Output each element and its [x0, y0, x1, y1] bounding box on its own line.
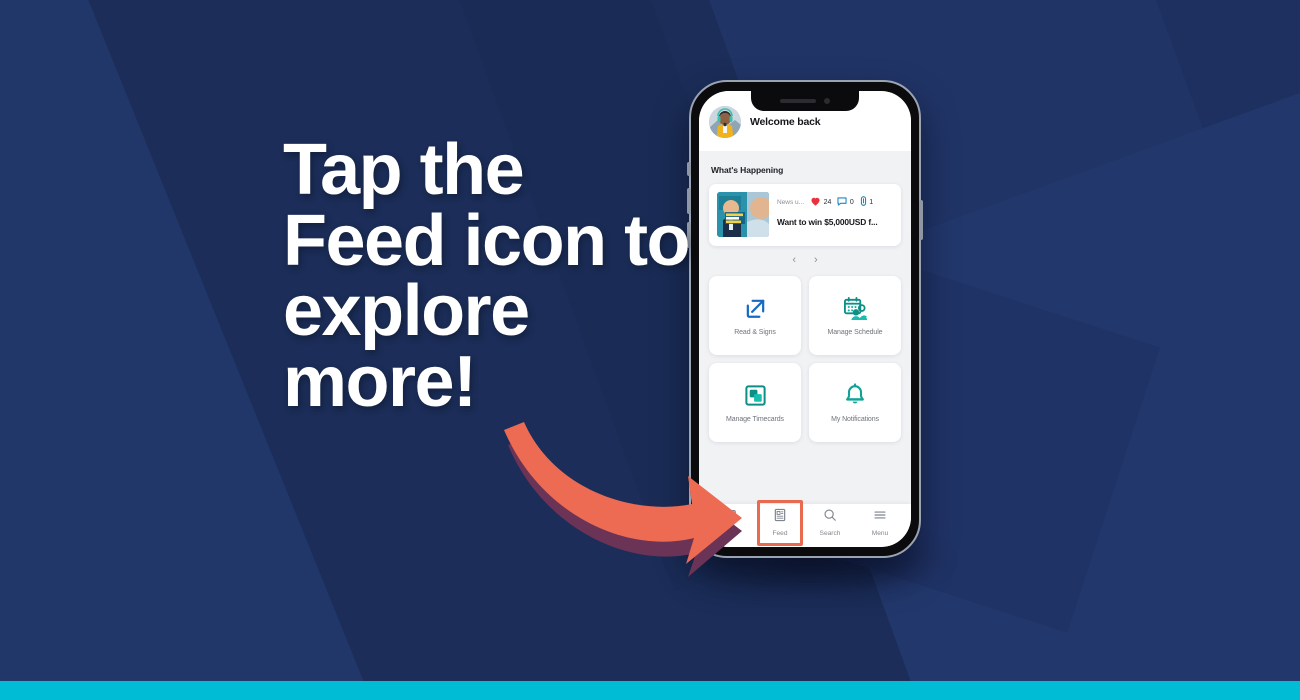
- hamburger-menu-icon: [873, 508, 887, 527]
- calendar-people-icon: [843, 295, 868, 321]
- nav-item-menu[interactable]: Menu: [855, 504, 905, 541]
- nav-label: Search: [819, 530, 841, 537]
- feed-document-icon: [773, 508, 787, 527]
- nav-label: Feed: [772, 530, 788, 537]
- section-title-whats-happening: What's Happening: [711, 165, 784, 175]
- tile-label: Manage Schedule: [827, 329, 883, 336]
- feed-thumbnail: [717, 192, 769, 237]
- tile-label: Read & Signs: [734, 329, 776, 336]
- notch-camera: [824, 98, 830, 104]
- tile-label: My Notifications: [831, 416, 879, 423]
- feed-card-main: News u... 24 0 1 Want to win $5,000USD f…: [777, 192, 893, 227]
- tile-my-notifications[interactable]: My Notifications: [809, 363, 901, 442]
- tile-manage-schedule[interactable]: Manage Schedule: [809, 276, 901, 355]
- comment-stat[interactable]: 0: [837, 193, 854, 211]
- heart-icon: [810, 193, 821, 211]
- page-title: Tap the Feed icon to explore more!: [283, 130, 691, 422]
- search-icon: [823, 508, 837, 527]
- like-stat[interactable]: 24: [810, 193, 831, 211]
- callout-arrow: [470, 400, 770, 590]
- bottom-accent-bar: [0, 681, 1300, 700]
- welcome-message: Welcome back: [750, 116, 821, 128]
- nav-item-search[interactable]: Search: [805, 504, 855, 541]
- carousel-nav: ‹ ›: [709, 255, 901, 266]
- notch-speaker: [780, 99, 816, 103]
- feed-card-meta: News u... 24 0 1: [777, 193, 893, 211]
- phone-power-button: [919, 200, 923, 240]
- feed-source-label: News u...: [777, 198, 805, 206]
- avatar[interactable]: [709, 106, 741, 138]
- feed-card-title: Want to win $5,000USD f...: [777, 217, 878, 227]
- carousel-next-button[interactable]: ›: [814, 255, 818, 266]
- bell-icon: [843, 382, 867, 408]
- external-link-icon: [744, 295, 767, 321]
- nav-label: Menu: [871, 530, 889, 537]
- tile-read-and-signs[interactable]: Read & Signs: [709, 276, 801, 355]
- phone-notch: [751, 91, 859, 111]
- attachment-stat[interactable]: 1: [860, 193, 873, 211]
- carousel-prev-button[interactable]: ‹: [792, 255, 796, 266]
- attachment-count: 1: [869, 198, 874, 206]
- comment-count: 0: [849, 198, 854, 206]
- comment-icon: [837, 193, 847, 211]
- feed-card[interactable]: News u... 24 0 1 Want to win $5,000USD f…: [709, 184, 901, 246]
- like-count: 24: [823, 198, 832, 206]
- paperclip-icon: [860, 193, 867, 211]
